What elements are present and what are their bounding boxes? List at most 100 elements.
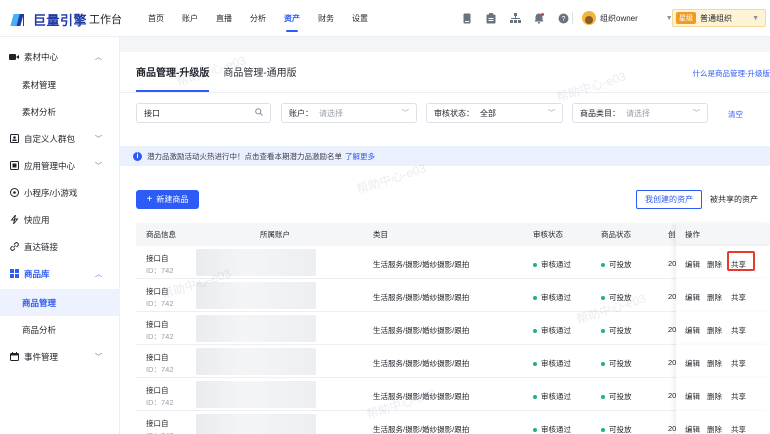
redacted-area bbox=[196, 381, 316, 408]
top-bar: 巨量引擎 工作台 首页 账户 直播 分析 资产 财务 设置 ? 组织owner … bbox=[0, 0, 770, 37]
product-name[interactable]: 接口自 bbox=[146, 385, 169, 396]
product-list-card: + 新建商品 我创建的资产 被共享的资产 商品信息 所属账户 类目 审核状态 商… bbox=[120, 176, 770, 434]
row-actions: 编辑 删除 共享 bbox=[676, 312, 770, 345]
status-dot-icon bbox=[601, 262, 605, 267]
sidebar-group-label: 直达链接 bbox=[24, 241, 59, 252]
chevron-up-icon: ︿ bbox=[95, 54, 102, 61]
nav-analysis[interactable]: 分析 bbox=[250, 0, 266, 37]
share-button[interactable]: 共享 bbox=[731, 424, 746, 434]
edit-button[interactable]: 编辑 bbox=[685, 325, 700, 336]
delete-button[interactable]: 删除 bbox=[707, 292, 722, 303]
product-category: 生活服务/摄影/婚纱摄影/跟拍 bbox=[373, 326, 470, 335]
account-select[interactable]: 账户： 请选择 ﹀ bbox=[281, 103, 417, 123]
sidebar-item-material-analysis[interactable]: 素材分析 bbox=[0, 98, 120, 125]
audit-status-select[interactable]: 审核状态： 全部 ﹀ bbox=[426, 103, 563, 123]
search-input[interactable]: 接口 bbox=[136, 103, 271, 123]
share-button[interactable]: 共享 bbox=[731, 325, 746, 336]
sidebar-group-material[interactable]: 素材中心 ︿ bbox=[0, 43, 120, 70]
my-assets-button[interactable]: 我创建的资产 bbox=[636, 190, 702, 209]
sidebar-group-links[interactable]: 直达链接 bbox=[0, 233, 120, 260]
edit-button[interactable]: 编辑 bbox=[685, 424, 700, 434]
delete-button[interactable]: 删除 bbox=[707, 391, 722, 402]
org-chart-icon[interactable] bbox=[509, 12, 521, 24]
nav-live[interactable]: 直播 bbox=[216, 0, 232, 37]
audit-status-text: 审核通过 bbox=[541, 260, 571, 269]
brand-logo[interactable]: 巨量引擎 bbox=[10, 10, 87, 29]
delete-button[interactable]: 删除 bbox=[707, 358, 722, 369]
category-select[interactable]: 商品类目： 请选择 ﹀ bbox=[572, 103, 708, 123]
share-button[interactable]: 共享 bbox=[731, 358, 746, 369]
delete-button[interactable]: 删除 bbox=[707, 259, 722, 270]
status-dot-icon bbox=[533, 427, 537, 432]
col-audit-status: 审核状态 bbox=[533, 230, 563, 239]
help-link[interactable]: 什么是商品管理-升级版 bbox=[693, 68, 770, 79]
product-name[interactable]: 接口自 bbox=[146, 418, 169, 429]
delete-button[interactable]: 删除 bbox=[707, 325, 722, 336]
product-name[interactable]: 接口自 bbox=[146, 286, 169, 297]
sidebar-item-material-manage[interactable]: 素材管理 bbox=[0, 71, 120, 98]
edit-button[interactable]: 编辑 bbox=[685, 292, 700, 303]
redacted-area bbox=[196, 348, 316, 375]
product-name[interactable]: 接口自 bbox=[146, 352, 169, 363]
notice-learn-more-link[interactable]: 了解更多 bbox=[345, 151, 375, 162]
tab-general[interactable]: 商品管理-通用版 bbox=[223, 52, 296, 92]
sidebar-item-product-analysis[interactable]: 商品分析 bbox=[0, 316, 120, 343]
toolbar-icons: ? bbox=[461, 12, 581, 24]
shared-assets-button[interactable]: 被共享的资产 bbox=[702, 190, 766, 209]
sidebar-item-product-manage[interactable]: 商品管理 bbox=[0, 289, 120, 316]
search-icon[interactable] bbox=[255, 108, 263, 118]
edit-button[interactable]: 编辑 bbox=[685, 259, 700, 270]
sidebar-group-products[interactable]: 商品库 ︿ bbox=[0, 260, 120, 287]
chevron-down-icon: ﹀ bbox=[402, 110, 409, 117]
product-status-text: 可投放 bbox=[609, 359, 632, 368]
sidebar-group-audience[interactable]: 自定义人群包 ﹀ bbox=[0, 125, 120, 152]
product-name[interactable]: 接口自 bbox=[146, 319, 169, 330]
grid-icon bbox=[9, 269, 19, 279]
nav-assets[interactable]: 资产 bbox=[284, 0, 300, 37]
delete-button[interactable]: 删除 bbox=[707, 424, 722, 434]
edit-button[interactable]: 编辑 bbox=[685, 358, 700, 369]
nav-settings[interactable]: 设置 bbox=[352, 0, 368, 37]
tab-upgraded[interactable]: 商品管理-升级版 bbox=[136, 52, 210, 92]
audit-status-text: 审核通过 bbox=[541, 326, 571, 335]
sidebar-group-miniapp[interactable]: 小程序/小游戏 bbox=[0, 179, 120, 206]
row-actions: 编辑 删除 共享 bbox=[676, 411, 770, 434]
product-category: 生活服务/摄影/婚纱摄影/跟拍 bbox=[373, 425, 470, 434]
status-dot-icon bbox=[601, 394, 605, 399]
share-button[interactable]: 共享 bbox=[731, 391, 746, 402]
edit-button[interactable]: 编辑 bbox=[685, 391, 700, 402]
clipboard-icon[interactable] bbox=[485, 12, 497, 24]
chevron-down-icon: ▼ bbox=[752, 14, 759, 22]
account-placeholder: 请选择 bbox=[319, 108, 343, 118]
share-button[interactable]: 共享 bbox=[731, 292, 746, 303]
clear-filters-link[interactable]: 清空 bbox=[728, 109, 743, 120]
mobile-icon[interactable] bbox=[461, 12, 473, 24]
account-label: 账户： bbox=[289, 108, 313, 118]
product-status-text: 可投放 bbox=[609, 392, 632, 401]
col-account: 所属账户 bbox=[260, 230, 290, 239]
user-name: 组织owner bbox=[600, 13, 638, 23]
category-label: 商品类目： bbox=[580, 108, 620, 118]
sidebar-group-events[interactable]: 事件管理 ﹀ bbox=[0, 343, 120, 370]
nav-finance[interactable]: 财务 bbox=[318, 0, 334, 37]
sidebar-group-label: 事件管理 bbox=[24, 351, 59, 362]
user-menu[interactable]: 组织owner ▼ bbox=[582, 11, 673, 25]
product-id: ID：742 bbox=[146, 430, 174, 434]
org-switcher[interactable]: 星级 普通组织 ▼ bbox=[672, 9, 766, 27]
product-id: ID：742 bbox=[146, 332, 174, 341]
help-icon[interactable]: ? bbox=[557, 12, 569, 24]
nav-home[interactable]: 首页 bbox=[148, 0, 164, 37]
product-name[interactable]: 接口自 bbox=[146, 253, 169, 264]
main-nav: 首页 账户 直播 分析 资产 财务 设置 bbox=[148, 0, 386, 37]
sidebar-group-label: 快应用 bbox=[24, 214, 50, 225]
audit-status: 审核通过 bbox=[533, 358, 571, 369]
product-status: 可投放 bbox=[601, 358, 632, 369]
org-level-badge: 星级 bbox=[676, 12, 696, 24]
sidebar-group-quickapp[interactable]: 快应用 bbox=[0, 206, 120, 233]
redacted-area bbox=[196, 414, 316, 434]
sidebar-group-apps[interactable]: 应用管理中心 ﹀ bbox=[0, 152, 120, 179]
nav-account[interactable]: 账户 bbox=[182, 0, 198, 37]
bell-icon[interactable] bbox=[533, 12, 545, 24]
product-status: 可投放 bbox=[601, 424, 632, 434]
new-product-button[interactable]: + 新建商品 bbox=[136, 190, 199, 209]
